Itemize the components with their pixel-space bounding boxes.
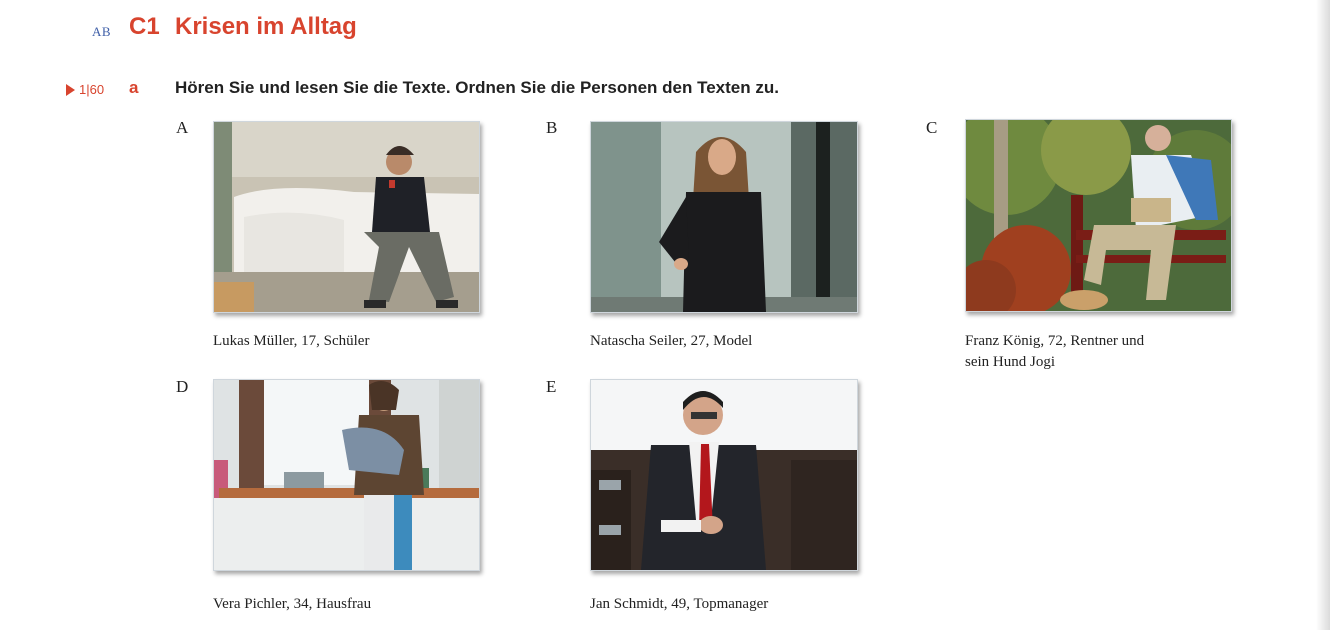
section-code: C1: [129, 13, 160, 40]
photo-letter-a: A: [176, 118, 189, 137]
workbook-reference: AB: [92, 24, 112, 39]
photo-letter-c: C: [926, 118, 938, 137]
task-instruction: Hören Sie und lesen Sie die Texte. Ordne…: [175, 78, 779, 97]
section-title: Krisen im Alltag: [175, 13, 357, 40]
photo-letter-d: D: [176, 377, 189, 396]
task-letter: a: [129, 78, 139, 97]
photo-caption-c-line-2: sein Hund Jogi: [965, 354, 1055, 370]
photo-letter-b: B: [546, 118, 558, 137]
photo-caption-b: Natascha Seiler, 27, Model: [590, 333, 753, 349]
audio-track-button[interactable]: 1|60: [66, 82, 104, 97]
photo-natascha: [590, 121, 858, 313]
photo-vera: [213, 379, 480, 571]
play-icon: [66, 83, 75, 96]
photo-lukas: [213, 121, 480, 313]
photo-caption-a: Lukas Müller, 17, Schüler: [213, 333, 370, 349]
photo-caption-e: Jan Schmidt, 49, Topmanager: [590, 596, 769, 612]
track-number: 1|60: [79, 82, 105, 97]
photo-jan: [590, 379, 858, 571]
photo-letter-e: E: [546, 377, 557, 396]
photo-caption-d: Vera Pichler, 34, Hausfrau: [213, 596, 372, 612]
page-edge-shadow: [1316, 0, 1330, 630]
photo-franz: [965, 119, 1232, 312]
photo-caption-c-line-1: Franz König, 72, Rentner und: [965, 333, 1145, 349]
